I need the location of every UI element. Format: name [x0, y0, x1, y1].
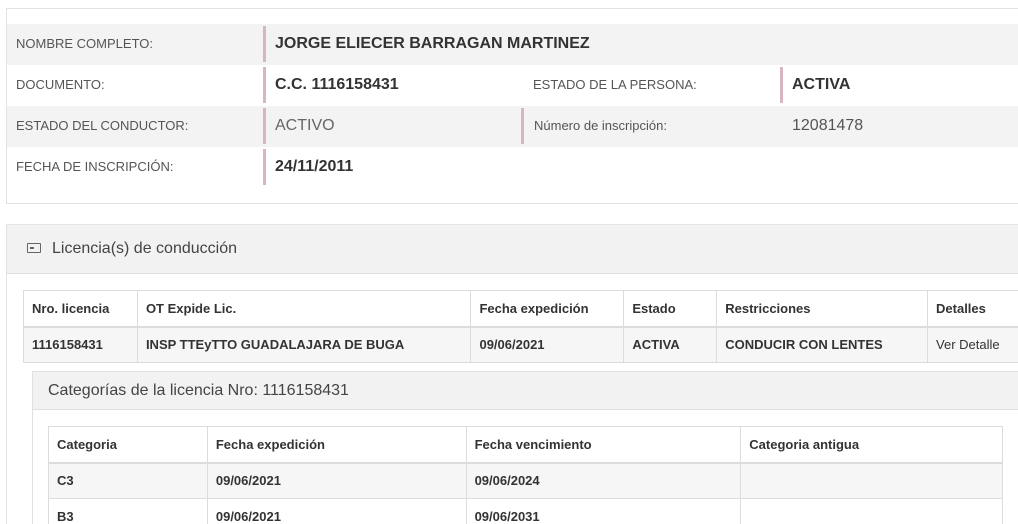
- registration-number-label: Número de inscripción:: [521, 108, 667, 144]
- categories-panel-header: Categorías de la licencia Nro: 111615843…: [33, 372, 1018, 410]
- categories-title: Categorías de la licencia Nro: 111615843…: [48, 382, 349, 399]
- license-state: ACTIVA: [623, 326, 718, 363]
- category-expiry-date: 09/06/2031: [465, 498, 742, 524]
- col-issue-date[interactable]: Fecha expedición: [470, 290, 625, 328]
- col-issuer[interactable]: OT Expide Lic.: [136, 290, 472, 328]
- view-detail-link[interactable]: Ver Detalle: [927, 326, 1018, 363]
- full-name-label: NOMBRE COMPLETO:: [16, 36, 154, 51]
- table-row: C3 09/06/2021 09/06/2024: [48, 462, 1003, 499]
- col-state[interactable]: Estado: [623, 290, 718, 328]
- table-row: 1116158431 INSP TTEyTTO GUADALAJARA DE B…: [23, 326, 1018, 363]
- col-restrictions[interactable]: Restricciones: [716, 290, 929, 328]
- license-restrictions: CONDUCIR CON LENTES: [716, 326, 929, 363]
- licenses-title: Licencia(s) de conducción: [52, 240, 237, 257]
- row-driver-state: ESTADO DEL CONDUCTOR: ACTIVO Número de i…: [7, 106, 1018, 147]
- category-expiry-date: 09/06/2024: [465, 462, 742, 499]
- col-details[interactable]: Detalles: [927, 290, 1018, 328]
- row-registration-date: FECHA DE INSCRIPCIÓN: 24/11/2011: [7, 147, 1018, 188]
- licenses-panel: Licencia(s) de conducción Nro. licencia …: [6, 224, 1018, 524]
- categories-table: Categoria Fecha expedición Fecha vencimi…: [48, 426, 1003, 524]
- licenses-table-header: Nro. licencia OT Expide Lic. Fecha exped…: [23, 290, 1018, 328]
- person-info-panel: NOMBRE COMPLETO: JORGE ELIECER BARRAGAN …: [6, 8, 1018, 204]
- table-row: B3 09/06/2021 09/06/2031: [48, 498, 1003, 524]
- registration-date-label: FECHA DE INSCRIPCIÓN:: [16, 159, 174, 174]
- document-value: C.C. 1116158431: [263, 67, 399, 103]
- driver-state-value: ACTIVO: [263, 108, 335, 144]
- id-card-icon: [27, 243, 41, 253]
- col-cat-issue-date[interactable]: Fecha expedición: [206, 426, 467, 464]
- col-license-number[interactable]: Nro. licencia: [23, 290, 138, 328]
- row-document: DOCUMENTO: C.C. 1116158431 ESTADO DE LA …: [7, 65, 1018, 106]
- license-issue-date: 09/06/2021: [470, 326, 625, 363]
- col-old-category[interactable]: Categoria antigua: [740, 426, 1003, 464]
- license-number: 1116158431: [23, 326, 138, 363]
- full-name-value: JORGE ELIECER BARRAGAN MARTINEZ: [263, 26, 590, 62]
- license-issuer: INSP TTEyTTO GUADALAJARA DE BUGA: [136, 326, 472, 363]
- category-old: [740, 462, 1003, 499]
- col-category[interactable]: Categoria: [48, 426, 208, 464]
- driver-state-label: ESTADO DEL CONDUCTOR:: [16, 118, 189, 133]
- registration-date-value: 24/11/2011: [263, 149, 353, 185]
- category-issue-date: 09/06/2021: [206, 498, 467, 524]
- category-old: [740, 498, 1003, 524]
- registration-number-value: 12081478: [792, 117, 864, 134]
- category-code: B3: [48, 498, 208, 524]
- category-code: C3: [48, 462, 208, 499]
- category-issue-date: 09/06/2021: [206, 462, 467, 499]
- licenses-panel-header: Licencia(s) de conducción: [7, 225, 1018, 274]
- categories-panel: Categorías de la licencia Nro: 111615843…: [32, 371, 1018, 524]
- categories-table-header: Categoria Fecha expedición Fecha vencimi…: [48, 426, 1003, 464]
- licenses-table: Nro. licencia OT Expide Lic. Fecha exped…: [23, 290, 1018, 363]
- document-label: DOCUMENTO:: [16, 77, 105, 92]
- row-full-name: NOMBRE COMPLETO: JORGE ELIECER BARRAGAN …: [7, 24, 1018, 65]
- person-state-value: ACTIVA: [780, 67, 850, 103]
- person-state-label: ESTADO DE LA PERSONA:: [533, 77, 697, 92]
- col-cat-expiry-date[interactable]: Fecha vencimiento: [465, 426, 742, 464]
